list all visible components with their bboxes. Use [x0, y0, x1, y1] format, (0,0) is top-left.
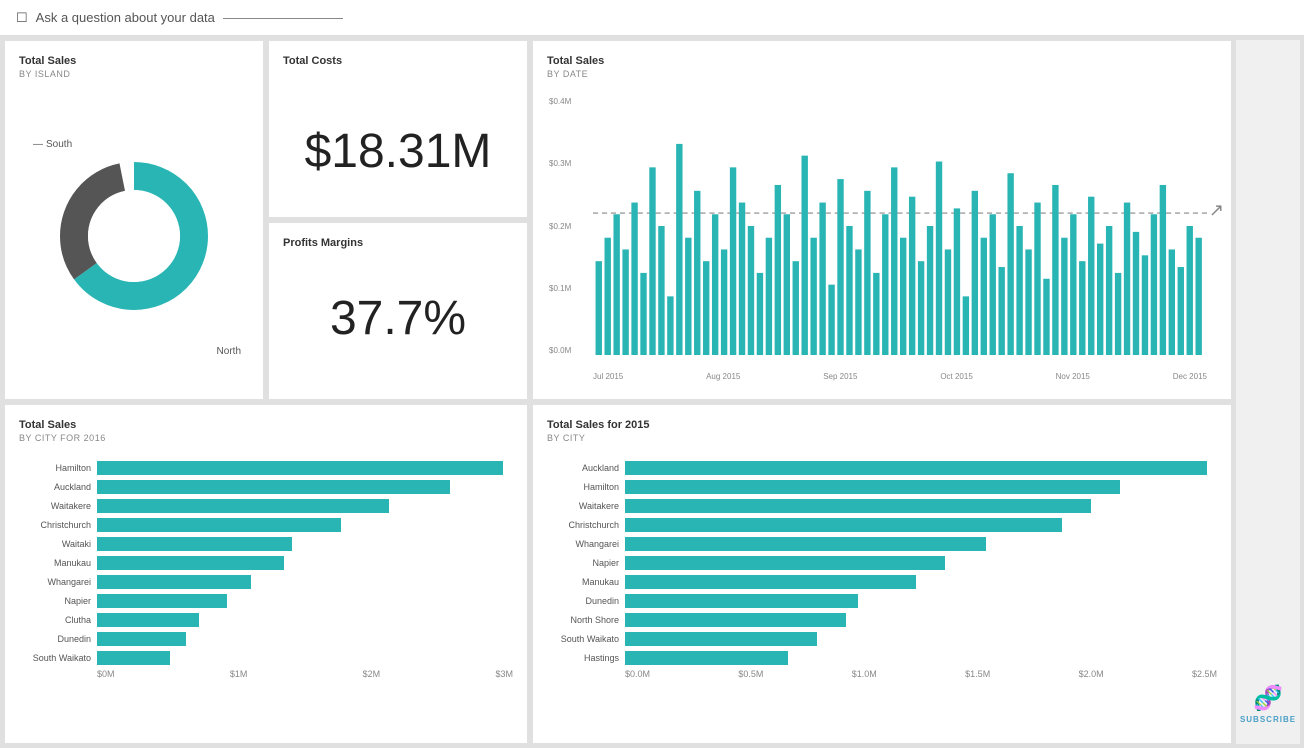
bar2-row-whangarei: Whangarei	[547, 537, 1207, 551]
ask-question-text[interactable]: Ask a question about your data	[36, 10, 215, 25]
bar2-row-napier: Napier	[547, 556, 1207, 570]
bar-row-waitakere: Waitakere	[19, 499, 503, 513]
profits-margins-card: Profits Margins 37.7%	[268, 222, 528, 400]
x-label-aug: Aug 2015	[706, 372, 740, 381]
right-sidebar: ↗ 🧬 SUBSCRIBE	[1236, 40, 1300, 744]
bar2-row-hastings: Hastings	[547, 651, 1207, 665]
city-2016-chart: Hamilton Auckland Waitakere Christchurch…	[19, 461, 513, 665]
total-costs-value: $18.31M	[305, 124, 492, 179]
bar-row-christchurch: Christchurch	[19, 518, 503, 532]
bar-row-hamilton: Hamilton	[19, 461, 503, 475]
profits-margins-title: Profits Margins	[283, 237, 513, 249]
bar2-row-waitakere: Waitakere	[547, 499, 1207, 513]
total-costs-card: Total Costs $18.31M	[268, 40, 528, 218]
city-2016-x-axis: $0M$1M$2M$3M	[19, 669, 513, 679]
city-2015-title: Total Sales for 2015	[547, 419, 1217, 431]
sales-date-chart	[593, 97, 1207, 355]
subscribe-icon: 🧬	[1240, 684, 1296, 713]
bar2-row-christchurch: Christchurch	[547, 518, 1207, 532]
total-sales-date-title: Total Sales	[547, 55, 1217, 67]
total-sales-island-subtitle: BY ISLAND	[19, 69, 249, 79]
city-2015-x-axis: $0.0M$0.5M$1.0M$1.5M$2.0M$2.5M	[547, 669, 1217, 679]
ask-question-icon: ☐	[16, 10, 28, 26]
y-label-2: $0.2M	[549, 222, 571, 231]
bar2-row-southwaikato: South Waikato	[547, 632, 1207, 646]
city-2016-subtitle: BY CITY FOR 2016	[19, 433, 513, 443]
bar-row-southwaikato: South Waikato	[19, 651, 503, 665]
bar-row-waitaki: Waitaki	[19, 537, 503, 551]
y-label-1: $0.3M	[549, 159, 571, 168]
bar2-row-hamilton: Hamilton	[547, 480, 1207, 494]
subscribe-label[interactable]: SUBSCRIBE	[1240, 715, 1296, 724]
total-costs-title: Total Costs	[283, 55, 513, 67]
bar2-row-auckland: Auckland	[547, 461, 1207, 475]
north-label: North	[217, 346, 241, 357]
south-label: South	[46, 139, 72, 150]
bar-row-dunedin: Dunedin	[19, 632, 503, 646]
x-label-nov: Nov 2015	[1056, 372, 1090, 381]
bar-row-manukau: Manukau	[19, 556, 503, 570]
y-label-3: $0.1M	[549, 284, 571, 293]
x-label-jul: Jul 2015	[593, 372, 623, 381]
total-sales-city-2016-card: Total Sales BY CITY FOR 2016 Hamilton Au…	[4, 404, 528, 744]
x-label-sep: Sep 2015	[823, 372, 857, 381]
total-sales-date-card: Total Sales BY DATE $0.4M $0.3M $0.2M $0…	[532, 40, 1232, 400]
subscribe-section: 🧬 SUBSCRIBE	[1240, 684, 1296, 724]
total-sales-island-card: Total Sales BY ISLAND — South North	[4, 40, 264, 400]
x-label-oct: Oct 2015	[940, 372, 972, 381]
x-label-dec: Dec 2015	[1173, 372, 1207, 381]
y-label-4: $0.0M	[549, 346, 571, 355]
top-bar: ☐ Ask a question about your data	[0, 0, 1304, 36]
total-sales-island-title: Total Sales	[19, 55, 249, 67]
bar2-row-manukau: Manukau	[547, 575, 1207, 589]
bar-row-clutha: Clutha	[19, 613, 503, 627]
profits-margins-value: 37.7%	[330, 291, 466, 346]
bar-row-napier: Napier	[19, 594, 503, 608]
total-sales-city-2015-card: Total Sales for 2015 BY CITY Auckland Ha…	[532, 404, 1232, 744]
city-2015-subtitle: BY CITY	[547, 433, 1217, 443]
donut-chart	[54, 156, 214, 316]
bar-row-whangarei: Whangarei	[19, 575, 503, 589]
bar2-row-northshore: North Shore	[547, 613, 1207, 627]
y-label-0: $0.4M	[549, 97, 571, 106]
bar-row-auckland: Auckland	[19, 480, 503, 494]
total-sales-date-subtitle: BY DATE	[547, 69, 1217, 79]
search-underline	[223, 18, 343, 19]
bar2-row-dunedin: Dunedin	[547, 594, 1207, 608]
city-2016-title: Total Sales	[19, 419, 513, 431]
city-2015-chart: Auckland Hamilton Waitakere Christchurch…	[547, 461, 1217, 665]
